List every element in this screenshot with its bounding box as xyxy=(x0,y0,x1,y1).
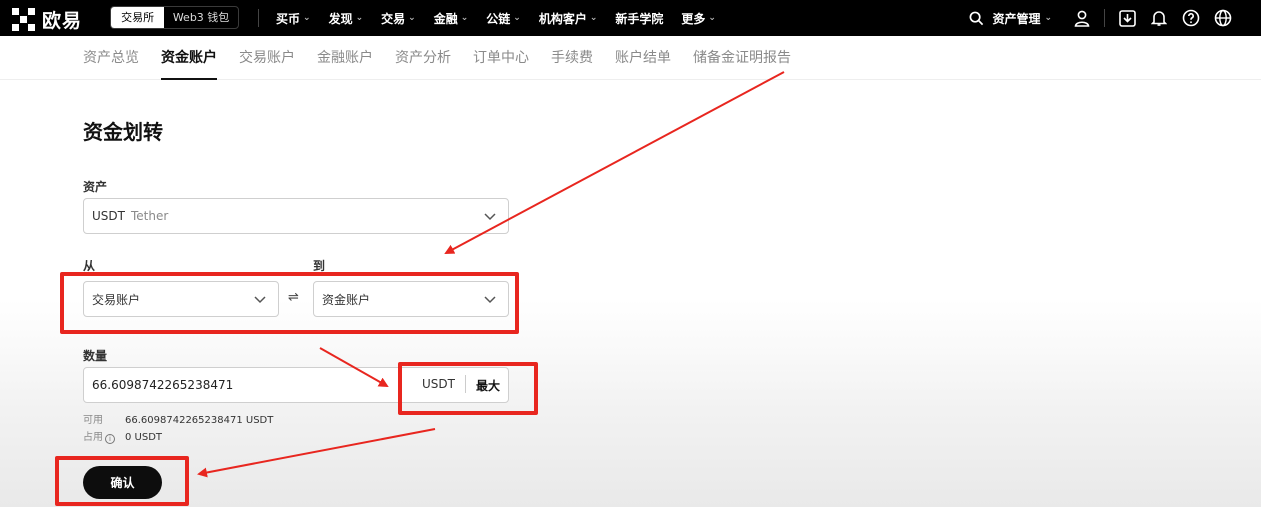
annotation-arrow-3 xyxy=(197,428,436,478)
annotation-arrow-2 xyxy=(319,347,389,387)
annotation-arrow-1 xyxy=(444,71,785,254)
annotation-arrows xyxy=(197,71,785,478)
